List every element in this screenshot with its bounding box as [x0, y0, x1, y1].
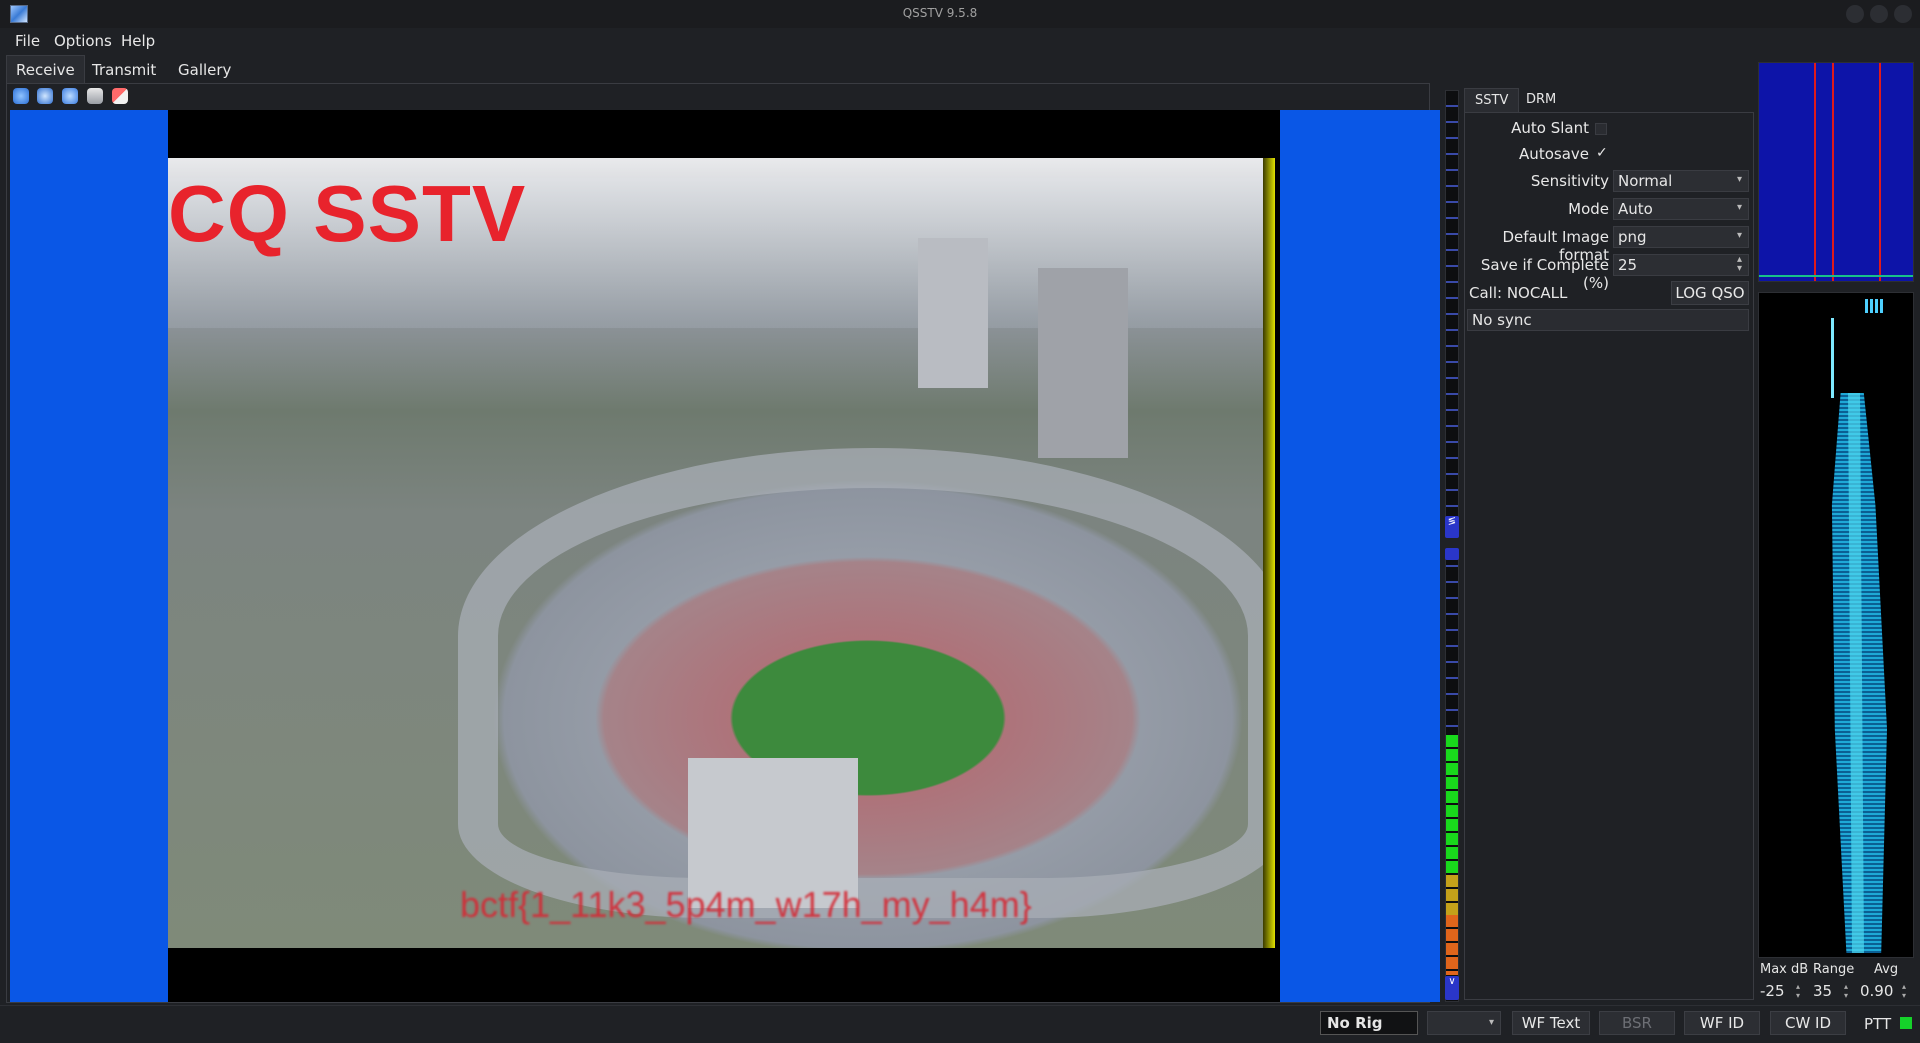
tower-right — [1038, 268, 1128, 458]
panel-body: Auto Slant Autosave ✓ Sensitivity Normal… — [1464, 112, 1754, 1000]
level-yellow — [1446, 875, 1458, 915]
save-complete-spinbox[interactable]: 25 ▴ ▾ — [1613, 254, 1749, 276]
waterfall-display — [1758, 292, 1914, 958]
waterfall-sync-spike — [1831, 318, 1834, 398]
range-label: Range — [1813, 962, 1855, 977]
tab-drm[interactable]: DRM — [1516, 88, 1566, 112]
spin-arrows-icon[interactable]: ▴ ▾ — [1796, 982, 1800, 1000]
sync-slider-ticks — [1446, 91, 1458, 529]
received-image — [168, 158, 1263, 948]
ptt-label: PTT — [1864, 1015, 1892, 1033]
sync-slider-track[interactable] — [1445, 90, 1459, 530]
overlay-flag-text: bctf{1_11k3_5p4m_w17h_my_h4m} — [460, 884, 1032, 925]
maximize-button[interactable] — [1870, 5, 1888, 23]
marker-line — [1814, 63, 1816, 281]
tab-sstv[interactable]: SSTV — [1464, 88, 1520, 112]
minimize-button[interactable] — [1846, 5, 1864, 23]
ptt-led-icon — [1900, 1017, 1912, 1029]
menu-options[interactable]: Options — [54, 32, 112, 50]
tab-receive[interactable]: Receive — [6, 55, 85, 83]
marker-line — [1879, 63, 1881, 281]
sensitivity-label: Sensitivity — [1530, 172, 1609, 190]
resync-icon[interactable] — [62, 88, 78, 104]
stadium-ring — [458, 448, 1263, 918]
autosave-label: Autosave — [1519, 145, 1589, 163]
stop-icon[interactable] — [37, 88, 53, 104]
level-green — [1446, 735, 1458, 875]
rig-status: No Rig — [1320, 1011, 1418, 1035]
title-bar: QSSTV 9.5.8 — [0, 0, 1920, 28]
level-slider-handle[interactable] — [1445, 548, 1459, 560]
range-spinbox[interactable]: 35 — [1813, 982, 1832, 1002]
avg-spinbox[interactable]: 0.90 — [1860, 982, 1893, 1002]
level-bottom-handle[interactable]: ∨ — [1445, 976, 1459, 1000]
mode-value: Auto — [1618, 200, 1653, 218]
maxdb-spinbox[interactable]: -25 — [1760, 982, 1785, 1002]
call-sign: Call: NOCALL — [1469, 284, 1568, 302]
slant-edge — [1263, 158, 1275, 948]
sync-status: No sync — [1467, 309, 1749, 331]
menu-bar: File Options Help — [0, 28, 1920, 52]
chevron-down-icon: ▾ — [1488, 1017, 1494, 1028]
sensitivity-select[interactable]: Normal ▾ — [1613, 170, 1749, 192]
chevron-down-icon: ▾ — [1736, 202, 1742, 213]
level-orange — [1446, 915, 1458, 975]
bsr-button[interactable]: BSR — [1599, 1011, 1675, 1035]
menu-help[interactable]: Help — [121, 32, 155, 50]
settings-panel: SSTV DRM Auto Slant Autosave ✓ Sensitivi… — [1464, 88, 1754, 1000]
overlay-cq-sstv: CQ SSTV — [168, 169, 527, 258]
cw-id-button[interactable]: CW ID — [1770, 1011, 1846, 1035]
image-format-value: png — [1618, 228, 1647, 246]
save-complete-value: 25 — [1618, 256, 1638, 274]
wf-text-button[interactable]: WF Text — [1512, 1011, 1590, 1035]
avg-label: Avg — [1874, 962, 1899, 977]
spin-arrows-icon[interactable]: ▴ ▾ — [1902, 982, 1906, 1000]
spin-arrows-icon[interactable]: ▴ ▾ — [1737, 255, 1742, 274]
chevron-down-icon: ▾ — [1736, 174, 1742, 185]
log-qso-button[interactable]: LOG QSO — [1671, 281, 1749, 305]
tower-left — [918, 238, 988, 388]
mode-select[interactable]: Auto ▾ — [1613, 198, 1749, 220]
tab-gallery[interactable]: Gallery — [168, 55, 241, 83]
menu-file[interactable]: File — [15, 32, 40, 50]
auto-slant-checkbox[interactable] — [1595, 123, 1607, 135]
close-button[interactable] — [1894, 5, 1912, 23]
chevron-down-icon: ▾ — [1736, 230, 1742, 241]
status-bar: No Rig ▾ WF Text BSR WF ID CW ID PTT — [0, 1005, 1920, 1043]
erase-icon[interactable] — [112, 88, 128, 104]
spin-arrows-icon[interactable]: ▴ ▾ — [1844, 982, 1848, 1000]
image-format-select[interactable]: png ▾ — [1613, 226, 1749, 248]
save-icon[interactable] — [87, 88, 103, 104]
window-title: QSSTV 9.5.8 — [902, 6, 978, 20]
start-icon[interactable] — [13, 88, 29, 104]
sync-slider-handle[interactable]: ≶ — [1445, 516, 1459, 538]
mode-label: Mode — [1568, 200, 1609, 218]
spectrum-display — [1758, 62, 1914, 282]
tab-transmit[interactable]: Transmit — [82, 55, 166, 83]
wf-id-button[interactable]: WF ID — [1684, 1011, 1760, 1035]
spectrum-baseline — [1759, 275, 1913, 277]
autosave-checkbox[interactable]: ✓ — [1596, 145, 1608, 161]
waterfall-signal-bits — [1865, 299, 1885, 313]
auto-slant-label: Auto Slant — [1511, 119, 1589, 137]
rig-select[interactable]: ▾ — [1427, 1011, 1501, 1035]
sensitivity-value: Normal — [1618, 172, 1673, 190]
marker-line — [1832, 63, 1834, 281]
maxdb-label: Max dB — [1760, 962, 1809, 977]
